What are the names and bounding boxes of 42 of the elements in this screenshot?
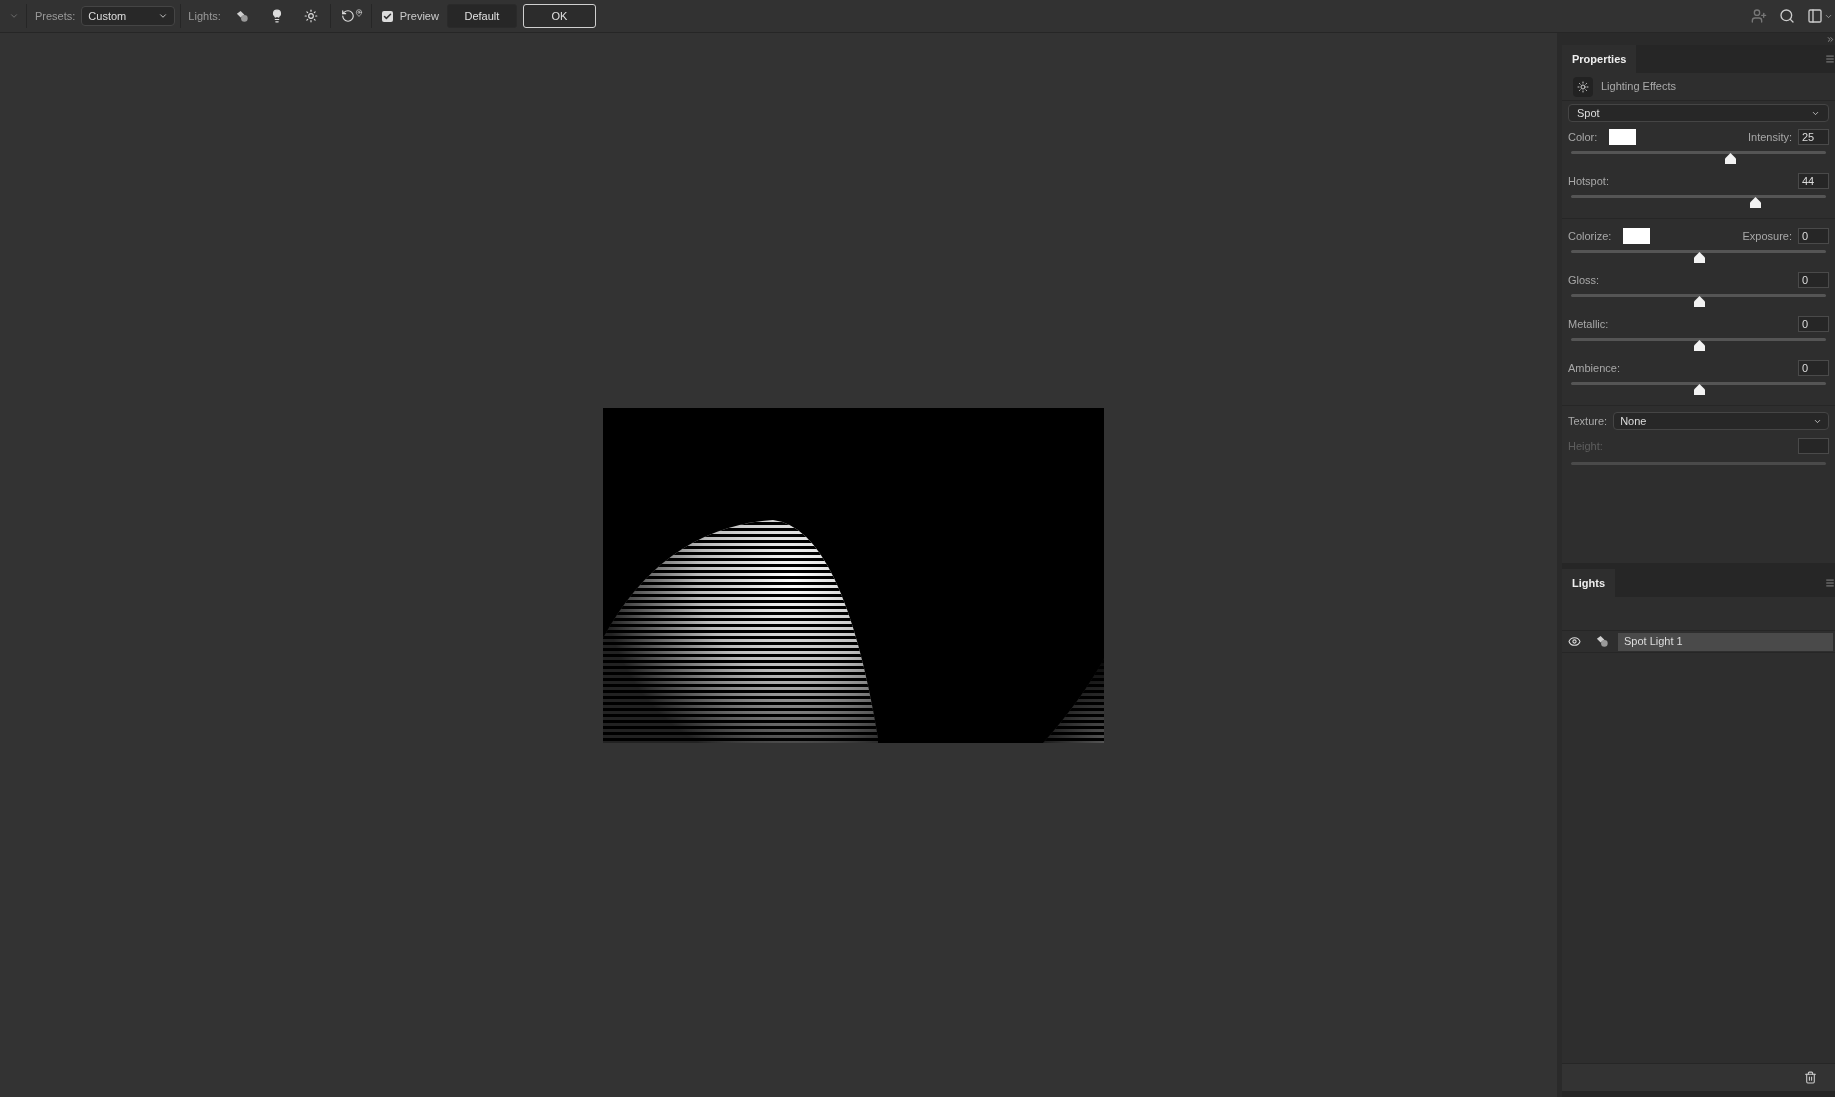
value-field[interactable]: 25: [1798, 129, 1829, 145]
properties-tab[interactable]: Properties: [1562, 45, 1637, 73]
presets-label: Presets:: [35, 8, 76, 24]
param-label: Exposure:: [1742, 228, 1792, 244]
caret-icon: [158, 11, 169, 21]
search-icon[interactable]: [1779, 8, 1795, 24]
reset-light-icon[interactable]: [340, 9, 363, 23]
workspace-icon[interactable]: [1807, 8, 1823, 24]
value-field[interactable]: 0: [1798, 360, 1829, 376]
visibility-icon[interactable]: [1567, 635, 1581, 648]
texture-dropdown[interactable]: None: [1613, 412, 1829, 430]
light-type-dropdown[interactable]: Spot: [1568, 104, 1829, 122]
param-label: Gloss:: [1568, 272, 1600, 288]
preview-checkbox[interactable]: [381, 10, 393, 22]
user-add-icon[interactable]: [1751, 8, 1767, 24]
param-label: Intensity:: [1747, 129, 1792, 145]
lights-tab[interactable]: Lights: [1562, 569, 1615, 597]
param-label: Colorize:: [1568, 228, 1612, 244]
param-label: Color:: [1568, 129, 1598, 145]
value-field[interactable]: 0: [1798, 228, 1829, 244]
delete-icon[interactable]: [1804, 1071, 1817, 1084]
param-label: Ambience:: [1568, 360, 1620, 376]
light-item[interactable]: Spot Light 1: [1618, 632, 1833, 651]
sun-icon[interactable]: [303, 9, 318, 23]
param-label: Hotspot:: [1568, 173, 1609, 189]
sun-icon: [1577, 80, 1589, 93]
color-swatch[interactable]: [1623, 228, 1651, 244]
spotlight-icon[interactable]: [234, 8, 250, 24]
default-button[interactable]: Default: [446, 4, 517, 28]
collapse-panels-icon[interactable]: [1826, 34, 1835, 44]
param-label: Metallic:: [1568, 316, 1609, 332]
lights-label: Lights:: [188, 8, 221, 24]
value-field[interactable]: 44: [1798, 173, 1829, 189]
color-swatch[interactable]: [1609, 129, 1637, 145]
preview-label: Preview: [399, 8, 439, 24]
ok-button[interactable]: OK: [522, 4, 596, 28]
spotlight-icon[interactable]: [1594, 634, 1610, 649]
effect-title: Lighting Effects: [1601, 79, 1676, 95]
value-field[interactable]: 0: [1798, 272, 1829, 288]
presets-dropdown[interactable]: Custom: [81, 6, 176, 26]
texture-label: Texture:: [1568, 413, 1608, 429]
value-field[interactable]: 0: [1798, 316, 1829, 332]
